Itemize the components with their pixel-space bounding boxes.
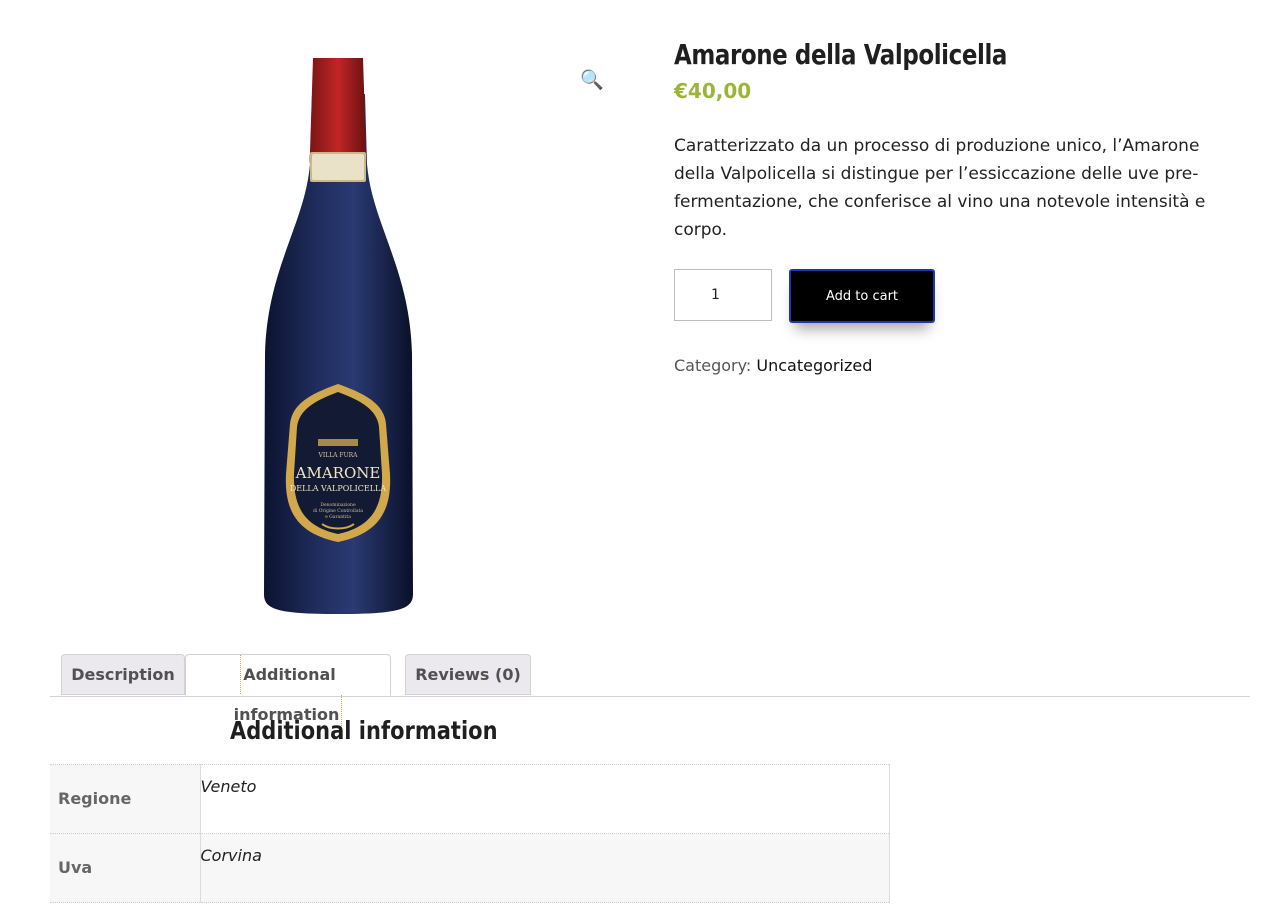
label-brand: VILLA FURA	[318, 452, 359, 459]
product-gallery: 🔍 VILLA FURA AMARONE DELLA VALPOLICELLA …	[50, 40, 625, 630]
product-image[interactable]: VILLA FURA AMARONE DELLA VALPOLICELLA De…	[250, 54, 425, 619]
product-price: €40,00	[674, 79, 752, 103]
product-meta: Category: Uncategorized	[674, 356, 872, 375]
tab-description[interactable]: Description	[61, 654, 185, 695]
attributes-table: Regione Veneto Uva Corvina	[50, 764, 890, 903]
attribute-name: Uva	[50, 833, 200, 903]
table-row: Uva Corvina	[50, 833, 890, 903]
label-small-1: Denominazione	[320, 502, 356, 508]
table-row: Regione Veneto	[50, 764, 890, 834]
panel-title: Additional information	[230, 716, 498, 745]
attribute-value: Corvina	[199, 833, 890, 903]
attribute-name: Regione	[50, 764, 200, 834]
attribute-value: Veneto	[199, 764, 890, 834]
label-small-2: di Origine Controllata	[313, 508, 363, 514]
tab-description-label: Description	[71, 665, 175, 684]
quantity-input[interactable]	[674, 269, 772, 321]
magnifier-icon[interactable]: 🔍	[580, 68, 604, 92]
label-subtitle: DELLA VALPOLICELLA	[290, 484, 387, 493]
product-tabs: Description Additional information Revie…	[50, 654, 1250, 734]
product-title: Amarone della Valpolicella	[674, 38, 1008, 71]
label-small-3: e Garantita	[325, 514, 351, 520]
product-description: Caratterizzato da un processo di produzi…	[674, 136, 1206, 240]
tab-reviews[interactable]: Reviews (0)	[405, 654, 531, 695]
tab-additional-information[interactable]: Additional information	[185, 654, 391, 734]
tab-reviews-label: Reviews (0)	[415, 665, 521, 684]
label-title: AMARONE	[295, 464, 381, 482]
category-label: Category:	[674, 356, 752, 375]
add-to-cart-button[interactable]: Add to cart	[789, 269, 935, 323]
category-link[interactable]: Uncategorized	[756, 356, 872, 375]
